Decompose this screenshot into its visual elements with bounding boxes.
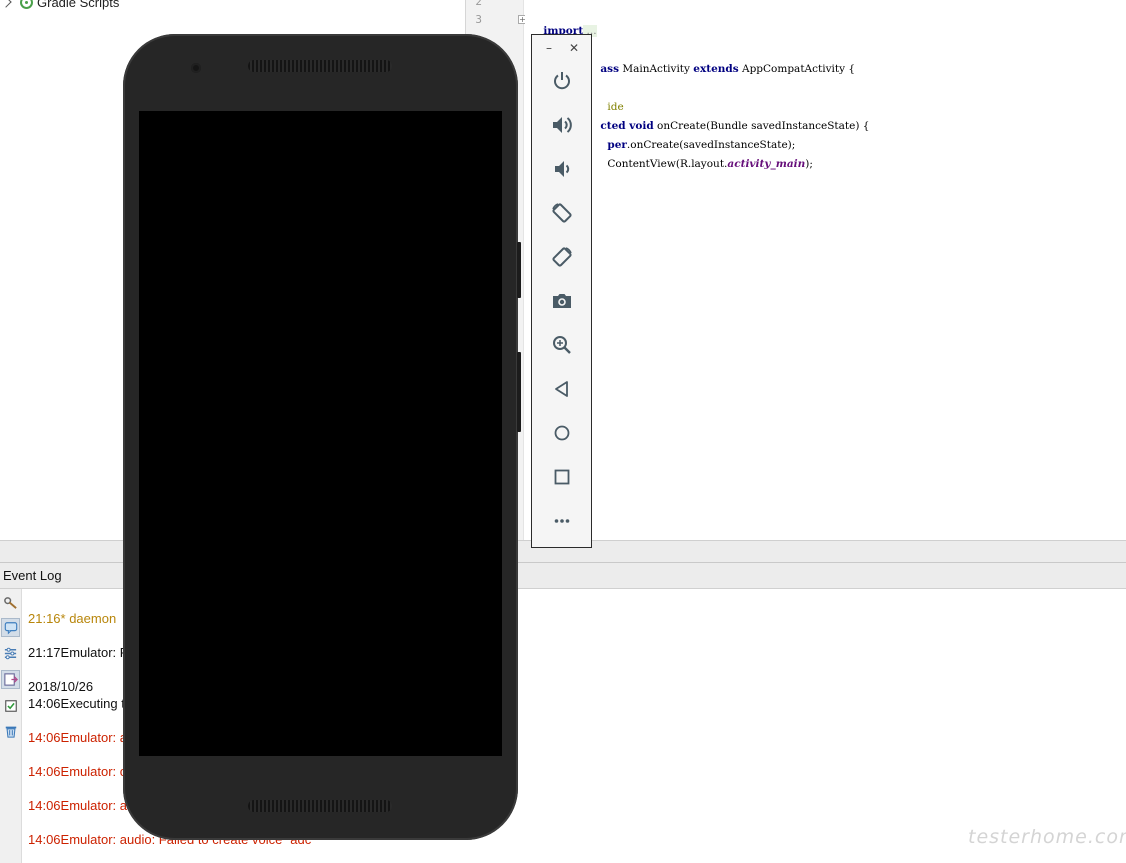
log-entry: 14:06Emulator: c xyxy=(28,764,127,779)
tree-item-label: Gradle Scripts xyxy=(37,0,120,10)
log-entry: 14:06Emulator: a xyxy=(28,798,128,813)
filter-icon[interactable] xyxy=(1,644,20,663)
tree-item-gradle-scripts[interactable]: Gradle Scripts xyxy=(0,0,120,10)
soft-wrap-icon[interactable] xyxy=(1,618,20,637)
clear-icon[interactable] xyxy=(1,721,20,740)
log-entry: 21:17Emulator: F xyxy=(28,645,128,660)
volume-up-icon[interactable] xyxy=(547,110,577,140)
code-editor[interactable]: import ... ass MainActivity extends AppC… xyxy=(525,0,1126,540)
mark-read-icon[interactable] xyxy=(1,696,20,715)
home-icon[interactable] xyxy=(547,418,577,448)
scroll-to-end-icon[interactable] xyxy=(1,670,20,689)
back-icon[interactable] xyxy=(547,374,577,404)
settings-icon[interactable] xyxy=(1,593,20,612)
log-entry: 14:06Executing t xyxy=(28,696,125,711)
front-camera-icon xyxy=(191,63,201,73)
rotate-right-icon[interactable] xyxy=(547,242,577,272)
line-number: 3 xyxy=(475,13,482,26)
bottom-speaker-grille xyxy=(248,800,392,812)
log-entry: 14:06Emulator: a xyxy=(28,730,128,745)
close-button[interactable]: ✕ xyxy=(567,41,581,55)
minimize-button[interactable]: – xyxy=(542,41,556,55)
zoom-icon[interactable] xyxy=(547,330,577,360)
expand-arrow-icon[interactable] xyxy=(0,0,12,8)
emulator-device-frame[interactable] xyxy=(123,34,521,840)
rotate-left-icon[interactable] xyxy=(547,198,577,228)
top-speaker-grille xyxy=(248,60,392,72)
gradle-icon xyxy=(20,0,33,9)
emulator-screen[interactable] xyxy=(139,111,502,756)
log-date-header: 2018/10/26 xyxy=(28,679,94,694)
log-entry: 21:16* daemon xyxy=(28,611,117,626)
power-icon[interactable] xyxy=(547,66,577,96)
more-icon[interactable] xyxy=(547,506,577,536)
overview-icon[interactable] xyxy=(547,462,577,492)
volume-rocker xyxy=(517,242,521,298)
power-key xyxy=(517,352,521,432)
watermark: testerhome.com xyxy=(968,826,1126,848)
event-log-toolbar xyxy=(0,589,22,863)
camera-icon[interactable] xyxy=(547,286,577,316)
volume-down-icon[interactable] xyxy=(547,154,577,184)
emulator-toolbar: – ✕ xyxy=(531,34,592,548)
event-log-title[interactable]: Event Log xyxy=(3,568,62,583)
line-number: 2 xyxy=(475,0,482,8)
